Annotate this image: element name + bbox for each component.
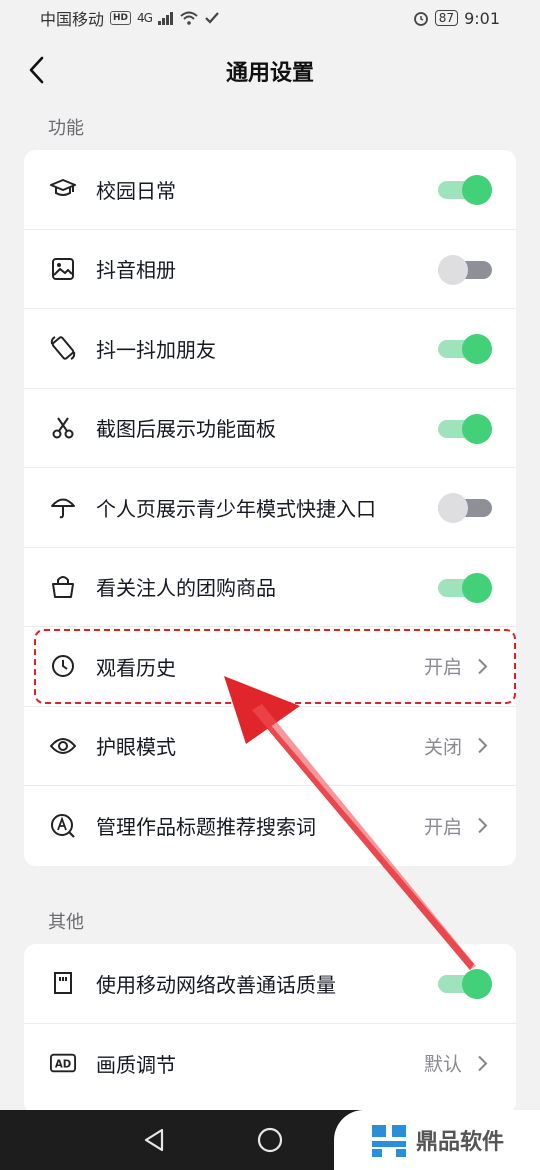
toggle-switch[interactable] — [438, 969, 492, 1000]
setting-row-watch-history[interactable]: 观看历史 开启 — [24, 627, 516, 707]
setting-value-group: 默认 — [424, 1050, 488, 1077]
chevron-left-icon — [29, 56, 44, 84]
chevron-right-icon — [478, 658, 488, 674]
carrier-name: 中国移动 — [40, 10, 105, 29]
status-right: 87 9:01 — [413, 9, 500, 28]
setting-row-album[interactable]: 抖音相册 — [24, 230, 516, 309]
wifi-icon — [180, 11, 198, 25]
page-title: 通用设置 — [225, 61, 314, 86]
clock-time: 9:01 — [464, 8, 500, 28]
watermark-logo-icon — [372, 1125, 406, 1157]
circle-home-icon — [257, 1127, 283, 1153]
features-card: 校园日常 抖音相册 抖一抖加朋友 截图后展示功能面板 个人页展示青少年模式快捷入… — [24, 150, 516, 866]
setting-label: 使用移动网络改善通话质量 — [96, 972, 336, 997]
setting-value-group: 开启 — [424, 812, 488, 839]
nav-bar: 通用设置 — [0, 36, 540, 106]
nav-home-button[interactable] — [254, 1124, 286, 1156]
signal-icon — [157, 12, 173, 25]
toggle-switch[interactable] — [438, 254, 492, 285]
setting-label: 管理作品标题推荐搜索词 — [96, 815, 316, 840]
graduation-cap-icon — [50, 176, 76, 202]
clock-icon — [50, 653, 76, 679]
toggle-switch[interactable] — [438, 493, 492, 524]
setting-value: 关闭 — [423, 736, 462, 759]
setting-row-search-words[interactable]: 管理作品标题推荐搜索词 开启 — [24, 786, 516, 866]
setting-row-call-quality[interactable]: 使用移动网络改善通话质量 — [24, 944, 516, 1024]
setting-row-screenshot-panel[interactable]: 截图后展示功能面板 — [24, 389, 516, 468]
image-icon — [50, 256, 76, 282]
setting-label: 画质调节 — [96, 1052, 176, 1077]
shopping-bag-icon — [50, 574, 76, 600]
setting-row-campus[interactable]: 校园日常 — [24, 150, 516, 230]
chevron-right-icon — [478, 818, 488, 834]
setting-value: 开启 — [423, 656, 462, 679]
alarm-icon — [413, 12, 428, 26]
battery-indicator: 87 — [434, 10, 459, 26]
triangle-back-icon — [144, 1128, 164, 1152]
setting-row-eye-care[interactable]: 护眼模式 关闭 — [24, 707, 516, 786]
section-label-features: 功能 — [48, 118, 84, 139]
ad-badge-icon: AD — [50, 1050, 76, 1076]
setting-value-group: 关闭 — [424, 732, 488, 759]
setting-label: 截图后展示功能面板 — [96, 417, 276, 442]
setting-row-video-quality[interactable]: AD 画质调节 默认 — [24, 1024, 516, 1104]
chevron-right-icon — [478, 1055, 488, 1071]
watermark: 鼎品软件 — [334, 1110, 540, 1170]
setting-label: 抖一抖加朋友 — [96, 337, 216, 362]
setting-label: 抖音相册 — [96, 258, 176, 283]
section-label-other: 其他 — [48, 912, 84, 933]
hd-badge: HD — [110, 11, 132, 25]
chevron-right-icon — [478, 738, 488, 754]
scissors-icon — [50, 415, 76, 441]
status-bar: 中国移动 HD 4G 87 9:01 — [0, 0, 540, 36]
back-button[interactable] — [18, 52, 54, 88]
setting-label: 个人页展示青少年模式快捷入口 — [96, 496, 376, 521]
watermark-text: 鼎品软件 — [416, 1130, 505, 1155]
setting-value: 默认 — [423, 1053, 462, 1076]
sim-card-icon — [50, 970, 76, 996]
nav-back-button[interactable] — [138, 1124, 170, 1156]
network-type: 4G — [137, 11, 153, 25]
toggle-switch[interactable] — [438, 413, 492, 444]
setting-label: 观看历史 — [96, 655, 176, 680]
eye-icon — [50, 733, 76, 759]
setting-row-shake[interactable]: 抖一抖加朋友 — [24, 309, 516, 389]
status-left: 中国移动 HD 4G — [40, 6, 220, 30]
toggle-switch[interactable] — [438, 334, 492, 365]
shake-phone-icon — [50, 335, 76, 361]
setting-row-teen-mode-entry[interactable]: 个人页展示青少年模式快捷入口 — [24, 468, 516, 548]
setting-label: 校园日常 — [96, 178, 176, 203]
toggle-switch[interactable] — [438, 572, 492, 603]
toggle-switch[interactable] — [438, 175, 492, 206]
setting-label: 护眼模式 — [96, 735, 176, 760]
other-card: 使用移动网络改善通话质量 AD 画质调节 默认 — [24, 944, 516, 1114]
setting-value-group: 开启 — [424, 653, 488, 680]
setting-label: 看关注人的团购商品 — [96, 576, 276, 601]
setting-value: 开启 — [423, 816, 462, 839]
setting-row-group-buy[interactable]: 看关注人的团购商品 — [24, 548, 516, 627]
ad-badge-text: AD — [55, 1060, 71, 1071]
umbrella-icon — [50, 494, 76, 520]
nfc-icon — [205, 12, 219, 24]
search-a-icon — [50, 813, 76, 839]
